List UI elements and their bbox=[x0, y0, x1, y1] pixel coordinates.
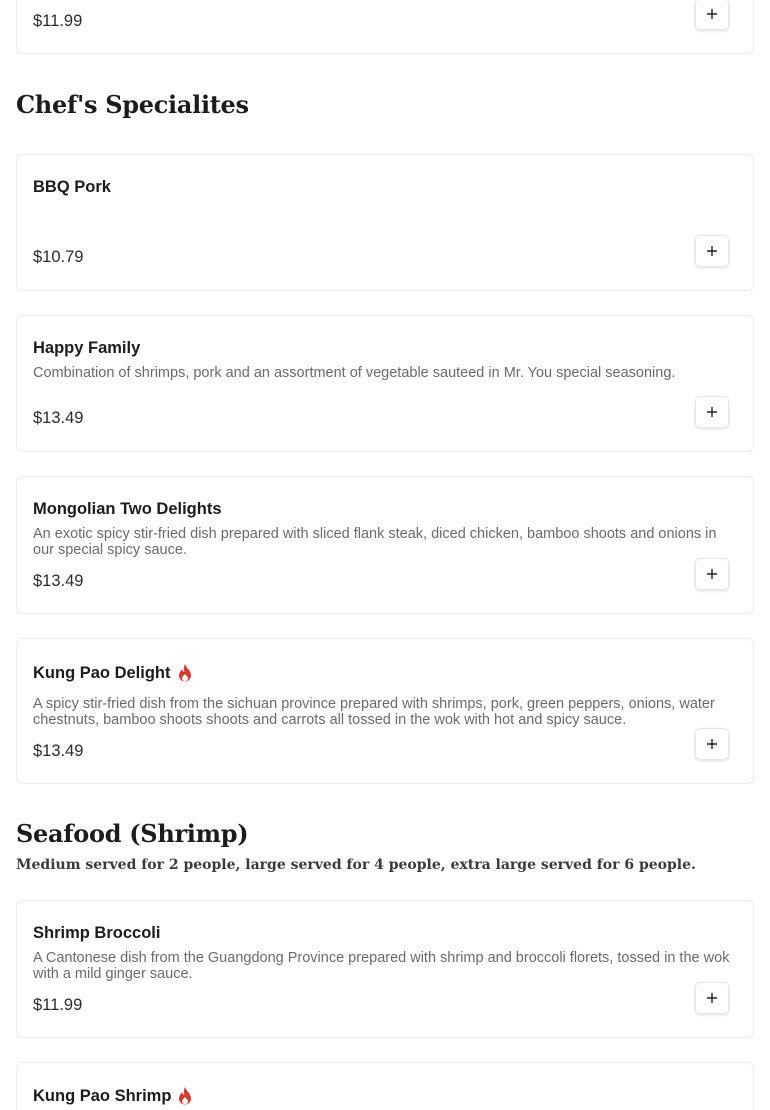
item-name-label: BBQ Pork bbox=[33, 178, 111, 196]
add-to-cart-button[interactable] bbox=[695, 982, 729, 1014]
item-name: Kung Pao Delight bbox=[33, 663, 193, 683]
item-name: Kung Pao Shrimp bbox=[33, 1086, 193, 1106]
menu-item-card[interactable]: Mongolian Two Delights An exotic spicy s… bbox=[16, 476, 754, 614]
item-description: Combination of shrimps, pork and an asso… bbox=[33, 365, 676, 381]
section-title: Chef's Specialites bbox=[16, 90, 249, 119]
item-name-label: Happy Family bbox=[33, 339, 141, 357]
item-price: $10.79 bbox=[33, 248, 84, 266]
plus-icon bbox=[707, 569, 717, 579]
item-price: $13.49 bbox=[33, 409, 84, 427]
item-name-label: Kung Pao Delight bbox=[33, 663, 171, 682]
menu-item-card[interactable]: Kung Pao Shrimp bbox=[16, 1062, 754, 1110]
plus-icon bbox=[707, 993, 717, 1003]
item-price: $11.99 bbox=[33, 12, 83, 30]
item-name-label: Shrimp Broccoli bbox=[33, 924, 161, 942]
add-to-cart-button[interactable] bbox=[695, 235, 729, 267]
item-name: Shrimp Broccoli bbox=[33, 924, 160, 943]
item-name-label: Kung Pao Shrimp bbox=[33, 1086, 172, 1105]
section-subtitle: Medium served for 2 people, large served… bbox=[16, 857, 696, 873]
item-name: BBQ Pork bbox=[33, 178, 111, 197]
menu-item-card[interactable]: Kung Pao Delight A spicy stir-fried dish… bbox=[16, 638, 754, 784]
add-to-cart-button[interactable] bbox=[695, 396, 729, 428]
item-price: $13.49 bbox=[33, 742, 84, 760]
flame-icon bbox=[179, 1087, 192, 1105]
item-price: $11.99 bbox=[33, 996, 83, 1014]
add-to-cart-button[interactable] bbox=[695, 0, 729, 30]
plus-icon bbox=[707, 9, 717, 19]
add-to-cart-button[interactable] bbox=[695, 728, 729, 760]
item-name-label: Mongolian Two Delights bbox=[33, 500, 222, 518]
menu-item-card[interactable]: $11.99 bbox=[16, 0, 754, 54]
item-description: An exotic spicy stir-fried dish prepared… bbox=[33, 526, 717, 558]
plus-icon bbox=[707, 407, 717, 417]
item-name: Happy Family bbox=[33, 339, 140, 358]
flame-icon bbox=[178, 664, 191, 682]
item-name: Mongolian Two Delights bbox=[33, 500, 222, 519]
item-price: $13.49 bbox=[33, 572, 84, 590]
item-description: A spicy stir-fried dish from the sichuan… bbox=[33, 696, 715, 728]
add-to-cart-button[interactable] bbox=[695, 558, 729, 590]
menu-item-card[interactable]: Shrimp Broccoli A Cantonese dish from th… bbox=[16, 900, 754, 1038]
item-description: A Cantonese dish from the Guangdong Prov… bbox=[33, 950, 730, 982]
plus-icon bbox=[707, 739, 717, 749]
section-title: Seafood (Shrimp) bbox=[16, 819, 249, 848]
menu-item-card[interactable]: BBQ Pork $10.79 bbox=[16, 154, 754, 291]
plus-icon bbox=[707, 246, 717, 256]
menu-item-card[interactable]: Happy Family Combination of shrimps, por… bbox=[16, 315, 754, 452]
